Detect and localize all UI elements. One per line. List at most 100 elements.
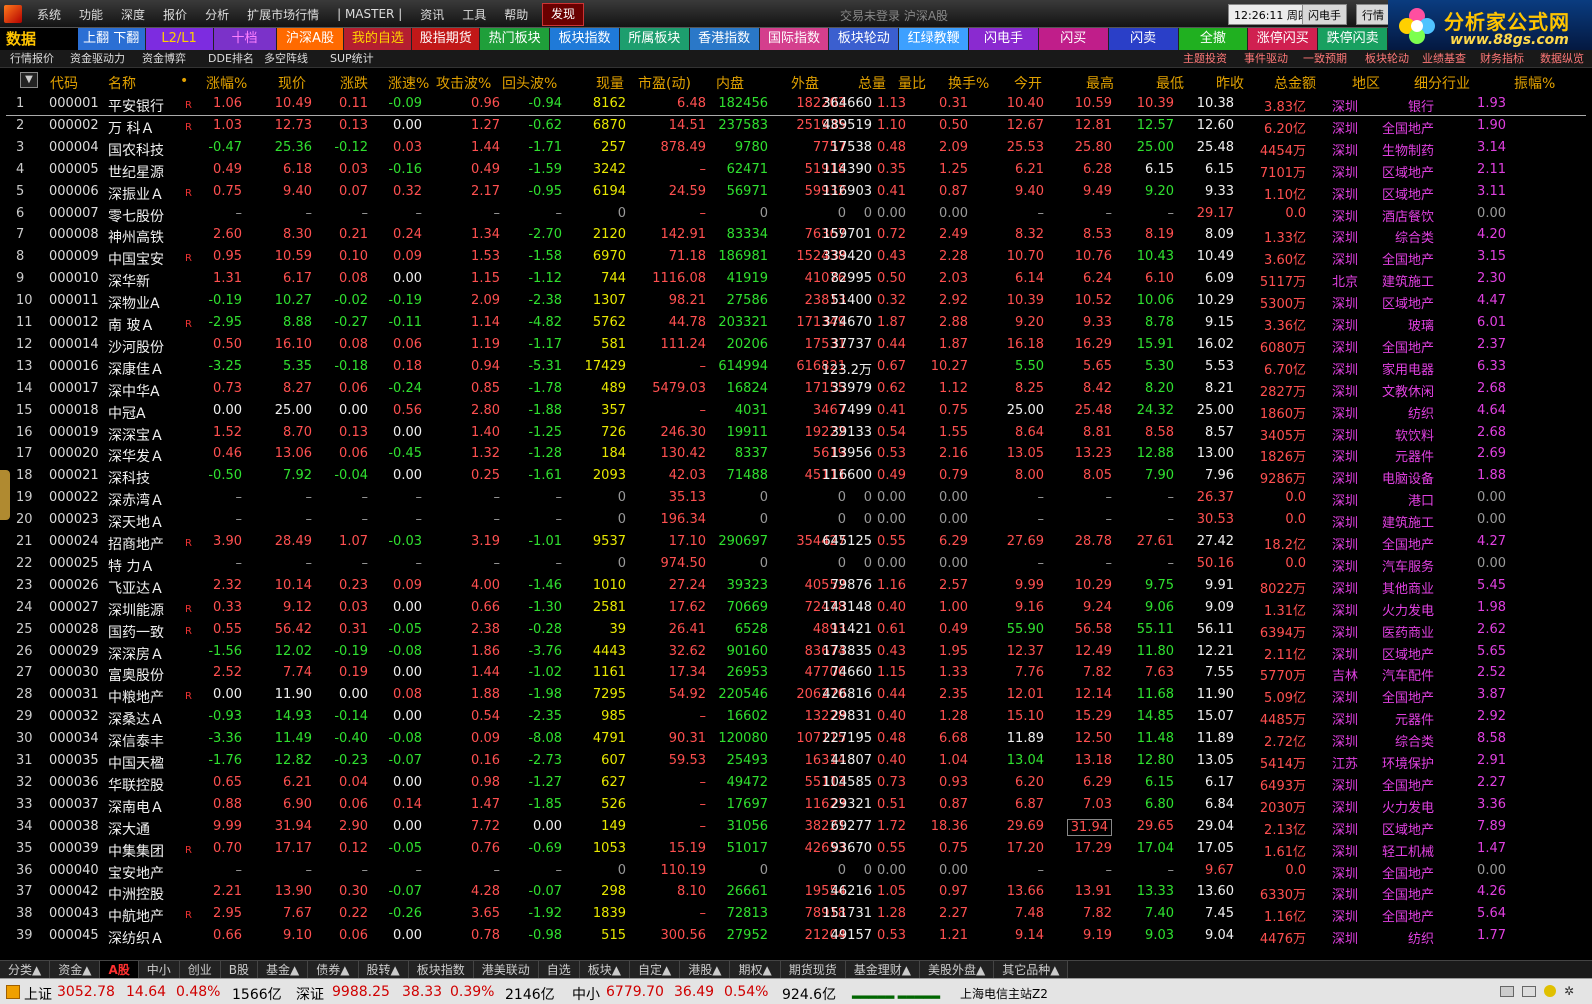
- function-tab-5[interactable]: 股指期货: [412, 28, 481, 50]
- function-tab-11[interactable]: 板块轮动: [829, 28, 900, 50]
- function-tab-16[interactable]: 全撤: [1178, 28, 1249, 50]
- subtool-2[interactable]: 资金博弈: [142, 51, 186, 67]
- function-tab-0[interactable]: 上翻 下翻: [77, 28, 146, 50]
- quote-button[interactable]: 行情: [1356, 4, 1390, 25]
- table-row[interactable]: 6 000007 零七股份 – – – – – – 0 – 0 0 0 0.00 0.00 – – – 29.17 0.…: [6, 204, 1586, 226]
- column-header-12[interactable]: 外盘: [791, 73, 819, 93]
- alert-icon[interactable]: [1544, 985, 1556, 997]
- column-header-8[interactable]: 回头波%: [502, 73, 557, 93]
- column-header-15[interactable]: 换手%: [948, 73, 989, 93]
- menu-item-7[interactable]: 资讯: [411, 6, 453, 23]
- table-row[interactable]: 15 000018 中冠A 0.00 25.00 0.00 0.56 2.80 -1.88 357…: [6, 401, 1586, 423]
- table-row[interactable]: 8 000009 中国宝安 R 0.95 10.59 0.10 0.09 1.53 -1.58 69…: [6, 247, 1586, 269]
- column-menu-icon[interactable]: ▼: [20, 72, 38, 88]
- table-row[interactable]: 31 000035 中国天楹 -1.76 12.82 -0.23 -0.07 0.16 -2.7…: [6, 751, 1586, 773]
- column-header-17[interactable]: 最高: [1086, 73, 1114, 93]
- table-row[interactable]: 26 000029 深深房Ａ -1.56 12.02 -0.19 -0.08 1.86 -3.7…: [6, 642, 1586, 664]
- subtool-right-5[interactable]: 财务指标: [1480, 51, 1524, 67]
- subtool-right-3[interactable]: 板块轮动: [1365, 51, 1409, 67]
- table-row[interactable]: 10 000011 深物业A -0.19 10.27 -0.02 -0.19 2.09 -2.3…: [6, 291, 1586, 313]
- column-header-9[interactable]: 现量: [596, 73, 624, 93]
- column-header-13[interactable]: 总量: [858, 73, 886, 93]
- column-header-19[interactable]: 昨收: [1216, 73, 1244, 93]
- table-row[interactable]: 22 000025 特 力Ａ – – – – – – 0 974.50 0 0 0 0.00 0.00 – – – 5…: [6, 554, 1586, 576]
- window-icon[interactable]: [1500, 986, 1514, 997]
- market-tab-14[interactable]: 港股▲: [680, 961, 731, 979]
- menu-item-4[interactable]: 分析: [196, 6, 238, 23]
- table-row[interactable]: 5 000006 深振业Ａ R 0.75 9.40 0.07 0.32 2.17 -0.95 619…: [6, 182, 1586, 204]
- subtool-5[interactable]: SUP统计: [330, 51, 374, 67]
- settings-icon[interactable]: ✲: [1564, 984, 1574, 998]
- column-header-5[interactable]: 涨跌: [340, 73, 368, 93]
- table-row[interactable]: 14 000017 深中华A 0.73 8.27 0.06 -0.24 0.85 -1.78 48…: [6, 379, 1586, 401]
- function-tab-7[interactable]: 板块指数: [550, 28, 620, 50]
- column-header-16[interactable]: 今开: [1014, 73, 1042, 93]
- column-header-11[interactable]: 内盘: [716, 73, 744, 93]
- table-row[interactable]: 33 000037 深南电Ａ 0.88 6.90 0.06 0.14 1.47 -1.85 526…: [6, 795, 1586, 817]
- table-row[interactable]: 17 000020 深华发Ａ 0.46 13.06 0.06 -0.45 1.32 -1.28 1…: [6, 444, 1586, 466]
- server-status[interactable]: 上海电信主站Z2: [960, 985, 1048, 1002]
- table-row[interactable]: 12 000014 沙河股份 0.50 16.10 0.08 0.06 1.19 -1.17 58…: [6, 335, 1586, 357]
- column-header-14[interactable]: 量比: [898, 73, 926, 93]
- function-tab-9[interactable]: 香港指数: [689, 28, 760, 50]
- menu-item-2[interactable]: 深度: [112, 6, 154, 23]
- column-header-23[interactable]: 振幅%: [1514, 73, 1555, 93]
- table-row[interactable]: 3 000004 国农科技 -0.47 25.36 -0.12 0.03 1.44 -1.71 2…: [6, 138, 1586, 160]
- market-tab-0[interactable]: 分类▲: [0, 961, 51, 979]
- subtool-right-6[interactable]: 数据纵览: [1540, 51, 1584, 67]
- market-tab-13[interactable]: 自定▲: [630, 961, 681, 979]
- table-row[interactable]: 18 000021 深科技 -0.50 7.92 -0.04 0.00 0.25 -1.61 20…: [6, 466, 1586, 488]
- menu-item-9[interactable]: 帮助: [495, 6, 537, 23]
- column-header-2[interactable]: •: [180, 73, 188, 89]
- table-row[interactable]: 7 000008 神州高铁 2.60 8.30 0.21 0.24 1.34 -2.70 2120…: [6, 225, 1586, 247]
- table-row[interactable]: 9 000010 深华新 1.31 6.17 0.08 0.00 1.15 -1.12 744 11…: [6, 269, 1586, 291]
- column-header-4[interactable]: 现价: [278, 73, 306, 93]
- table-row[interactable]: 35 000039 中集集团 R 0.70 17.17 0.12 -0.05 0.76 -0.69…: [6, 839, 1586, 861]
- table-row[interactable]: 19 000022 深赤湾Ａ – – – – – – 0 35.13 0 0 0 0.00 0.00 – – – 26…: [6, 488, 1586, 510]
- column-header-7[interactable]: 攻击波%: [436, 73, 491, 93]
- market-tab-18[interactable]: 美股外盘▲: [919, 961, 995, 979]
- market-tab-9[interactable]: 板块指数: [408, 961, 474, 979]
- market-tab-10[interactable]: 港美联动: [473, 961, 539, 979]
- table-row[interactable]: 36 000040 宝安地产 – – – – – – 0 110.19 0 0 0 0.00 0.00 – – – 9…: [6, 861, 1586, 883]
- function-tab-3[interactable]: 沪深A股: [276, 28, 345, 50]
- menu-item-3[interactable]: 报价: [154, 6, 196, 23]
- menu-item-0[interactable]: 系统: [28, 6, 70, 23]
- subtool-0[interactable]: 行情报价: [10, 51, 54, 67]
- menu-item-8[interactable]: 工具: [453, 6, 495, 23]
- column-header-1[interactable]: 名称: [108, 73, 136, 93]
- subtool-3[interactable]: DDE排名: [208, 51, 254, 67]
- column-header-22[interactable]: 细分行业: [1414, 73, 1470, 93]
- discover-button[interactable]: 发现: [542, 3, 585, 26]
- market-tab-4[interactable]: 创业: [179, 961, 221, 979]
- table-row[interactable]: 27 000030 富奥股份 2.52 7.74 0.19 0.00 1.44 -1.02 116…: [6, 663, 1586, 685]
- table-row[interactable]: 37 000042 中洲控股 2.21 13.90 0.30 -0.07 4.28 -0.07 2…: [6, 882, 1586, 904]
- market-tab-16[interactable]: 期货现货: [780, 961, 846, 979]
- table-row[interactable]: 13 000016 深康佳Ａ -3.25 5.35 -0.18 0.18 0.94 -5.31 1…: [6, 357, 1586, 379]
- function-tab-8[interactable]: 所属板块: [619, 28, 690, 50]
- column-header-3[interactable]: 涨幅%: [206, 73, 247, 93]
- table-row[interactable]: 2 000002 万 科Ａ R 1.03 12.73 0.13 0.00 1.27 -0.62 68…: [6, 116, 1586, 138]
- subtool-right-1[interactable]: 事件驱动: [1244, 51, 1288, 67]
- table-row[interactable]: 32 000036 华联控股 0.65 6.21 0.04 0.00 0.98 -1.27 627…: [6, 773, 1586, 795]
- market-tab-7[interactable]: 债券▲: [308, 961, 359, 979]
- function-tab-1[interactable]: L2/L1: [145, 28, 214, 50]
- table-row[interactable]: 38 000043 中航地产 R 2.95 7.67 0.22 -0.26 3.65 -1.92 1…: [6, 904, 1586, 926]
- table-row[interactable]: 34 000038 深大通 9.99 31.94 2.90 0.00 7.72 0.00 149 –…: [6, 817, 1586, 839]
- table-row[interactable]: 4 000005 世纪星源 0.49 6.18 0.03 -0.16 0.49 -1.59 324…: [6, 160, 1586, 182]
- table-row[interactable]: 21 000024 招商地产 R 3.90 28.49 1.07 -0.03 3.19 -1.01…: [6, 532, 1586, 554]
- function-tab-14[interactable]: 闪买: [1038, 28, 1109, 50]
- function-tab-13[interactable]: 闪电手: [969, 28, 1039, 50]
- subtool-right-2[interactable]: 一致预期: [1303, 51, 1347, 67]
- table-row[interactable]: 29 000032 深桑达Ａ -0.93 14.93 -0.14 0.00 0.54 -2.35…: [6, 707, 1586, 729]
- subtool-4[interactable]: 多空阵线: [264, 51, 308, 67]
- brand-banner[interactable]: 分析家公式网 www.88gs.com: [1388, 0, 1592, 55]
- market-tab-3[interactable]: 中小: [138, 961, 180, 979]
- market-tab-1[interactable]: 资金▲: [50, 961, 101, 979]
- function-tab-2[interactable]: 十档: [213, 28, 277, 50]
- layout-icon[interactable]: [1522, 986, 1536, 997]
- table-row[interactable]: 28 000031 中粮地产 R 0.00 11.90 0.00 0.08 1.88 -1.98 7…: [6, 685, 1586, 707]
- table-row[interactable]: 1 000001 平安银行 R 1.06 10.49 0.11 -0.09 0.96 -0.94 8…: [6, 94, 1586, 116]
- table-row[interactable]: 23 000026 飞亚达Ａ 2.32 10.14 0.23 0.09 4.00 -1.46 10…: [6, 576, 1586, 598]
- market-tab-6[interactable]: 基金▲: [258, 961, 309, 979]
